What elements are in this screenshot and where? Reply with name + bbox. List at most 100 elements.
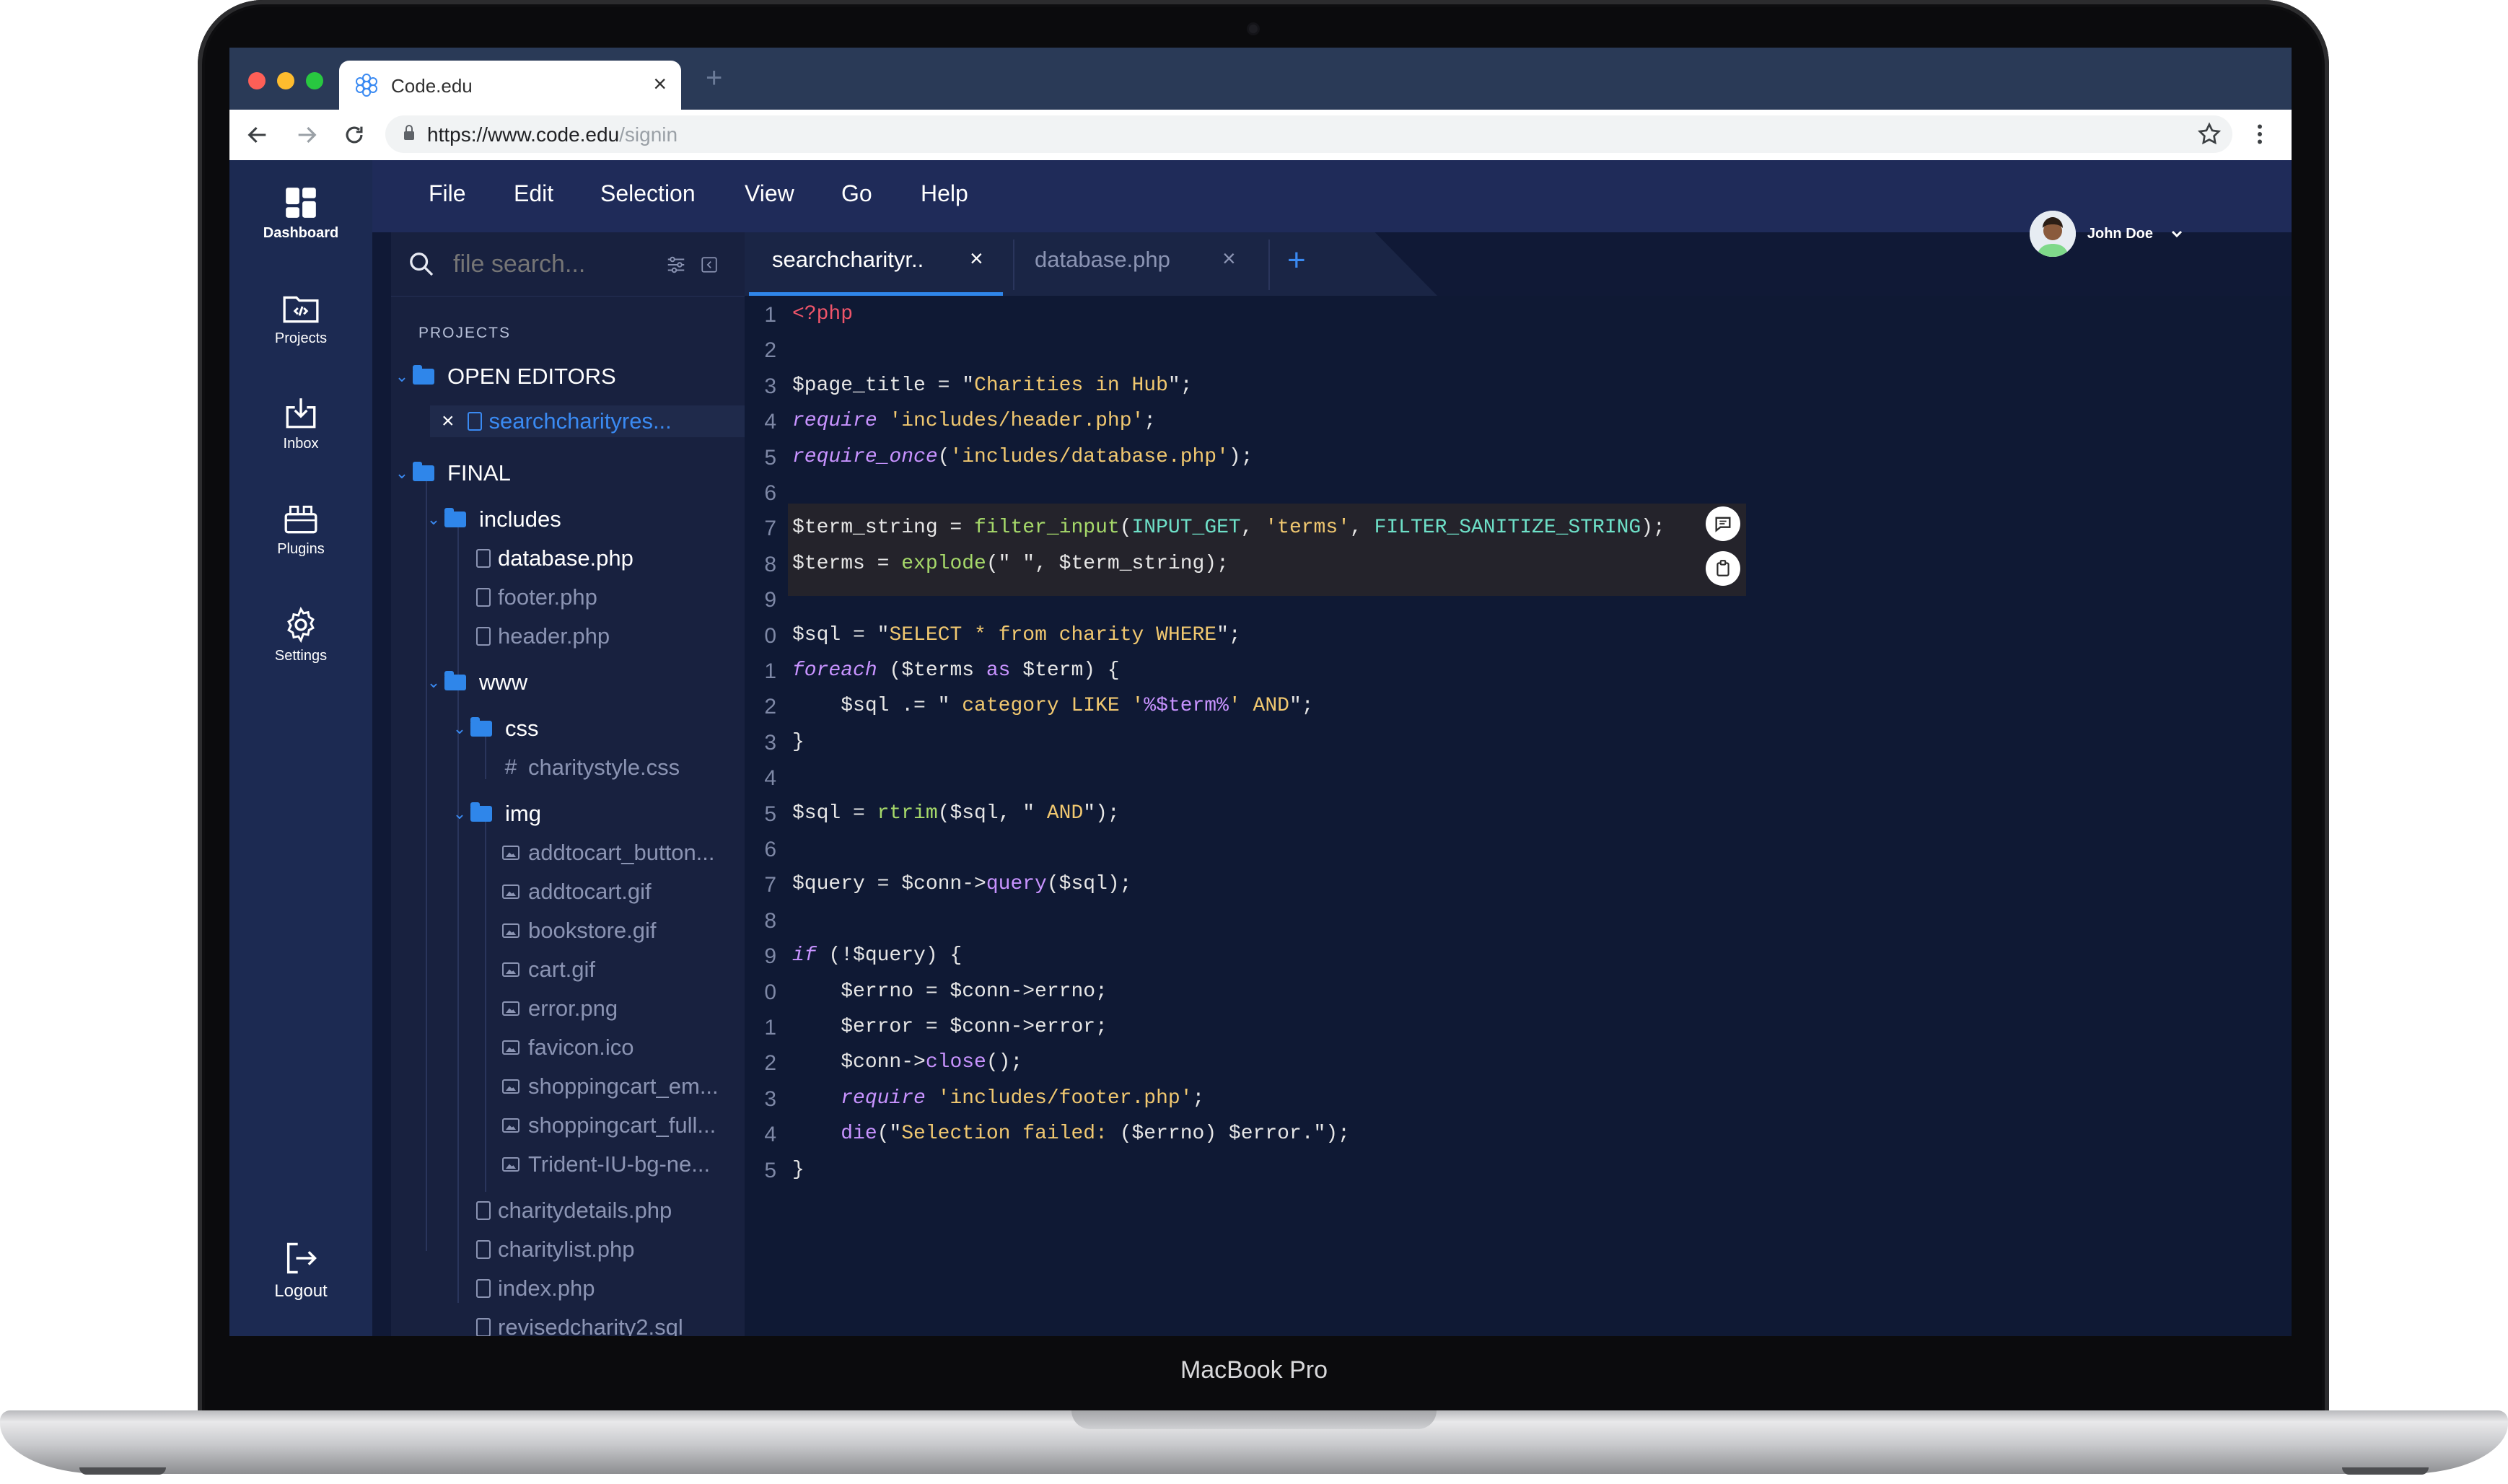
css-file-icon: # [504,755,517,779]
nav-projects[interactable]: Projects [229,290,372,347]
collapse-panel-icon[interactable] [700,255,719,274]
tree-file[interactable]: cart.gif [391,954,595,985]
menu-help[interactable]: Help [921,180,968,207]
code-text: $page_title = "Charities in Hub"; [792,374,1193,397]
tree-file[interactable]: shoppingcart_em... [391,1071,719,1102]
editor-tab[interactable]: database.php × [1019,232,1264,296]
address-bar[interactable]: https://www.code.edu/signin [385,115,2232,153]
menu-go[interactable]: Go [841,180,872,207]
browser-tab[interactable]: Code.edu × [339,61,681,110]
tree-file[interactable]: bookstore.gif [391,915,657,947]
tree-file[interactable]: shoppingcart_full... [391,1110,716,1141]
tree-file[interactable]: favicon.ico [391,1032,633,1063]
tree-file[interactable]: header.php [391,620,610,652]
code-token: as [986,659,1011,682]
code-line: 1 $error = $conn->error; [745,1016,2292,1052]
add-tab-button[interactable]: + [1287,242,1306,278]
chevron-down-icon[interactable]: ⌄ [423,510,444,529]
logout-button[interactable]: Logout [229,1239,372,1301]
chevron-down-icon[interactable]: ⌄ [449,804,470,823]
tree-folder[interactable]: ⌄ OPEN EDITORS [391,361,616,392]
minimize-window-button[interactable] [277,72,294,89]
nav-dashboard[interactable]: Dashboard [229,185,372,242]
line-number: 2 [764,338,776,363]
tree-file[interactable]: error.png [391,993,618,1024]
close-tab-icon[interactable]: × [653,71,667,97]
tree-file[interactable]: Trident-IU-bg-ne... [391,1149,710,1180]
more-icon[interactable] [2253,121,2267,147]
screen: Code.edu × + https://www.code.edu/signin… [229,48,2292,1336]
menu-view[interactable]: View [745,180,794,207]
copy-button[interactable] [1706,551,1740,586]
new-tab-button[interactable]: + [706,62,722,95]
tree-item-label: bookstore.gif [528,918,657,943]
tree-file[interactable]: # charitystyle.css [391,752,680,783]
tree-folder[interactable]: ⌄ includes [391,504,561,535]
forward-icon[interactable] [294,123,319,147]
chevron-down-icon[interactable]: ⌄ [391,367,413,386]
php-file-icon [476,627,491,646]
editor-tab-label: searchcharityr.. [772,247,924,272]
tree-file[interactable]: database.php [391,543,633,574]
nav-settings[interactable]: Settings [229,606,372,664]
code-editor[interactable]: 1 <?php 2 3 $page_title = "Charities in Hub"… [745,296,2292,1336]
tree-item-label: includes [479,506,561,532]
php-file-icon [476,1240,491,1259]
code-text: } [792,1159,804,1181]
code-text: $conn->close(); [792,1051,1022,1074]
php-file-icon [476,1201,491,1220]
reload-icon[interactable] [342,123,367,147]
nav-inbox[interactable]: Inbox [229,395,372,452]
menu-edit[interactable]: Edit [514,180,553,207]
code-line: 5} [745,1159,2292,1195]
browser-tab-title: Code.edu [391,75,473,97]
code-token: (!$query) { [816,944,963,967]
editor-tabs-bar: searchcharityr.. × database.php × + [745,232,2292,296]
star-icon[interactable] [2196,121,2222,147]
tree-file[interactable]: addtocart_button... [391,837,715,869]
image-file-icon [502,1001,519,1016]
tree-file[interactable]: charitydetails.php [391,1195,672,1226]
chevron-down-icon[interactable]: ⌄ [423,673,444,692]
tree-file[interactable]: addtocart.gif [391,876,652,908]
menu-selection[interactable]: Selection [600,180,696,207]
menu-file[interactable]: File [429,180,466,207]
code-token: $term) { [1010,659,1120,682]
tree-item-label: Trident-IU-bg-ne... [528,1151,711,1177]
tree-item-label: addtocart_button... [528,840,715,865]
back-icon[interactable] [245,123,270,147]
comment-button[interactable] [1706,506,1740,541]
tree-item-label: img [505,801,541,826]
line-number: 6 [764,838,776,861]
folder-icon [413,462,434,481]
line-number: 8 [764,908,776,933]
maximize-window-button[interactable] [306,72,323,89]
projects-icon [283,296,319,323]
close-tab-icon[interactable]: × [1222,245,1236,272]
code-token: "; [1167,374,1193,397]
chevron-down-icon[interactable]: ⌄ [449,719,470,738]
nav-plugins[interactable]: Plugins [229,501,372,558]
code-token: } [792,730,804,753]
tree-file[interactable]: revisedcharity2.sql [391,1312,683,1336]
tree-folder[interactable]: ⌄ css [391,713,539,745]
tree-file[interactable]: × searchcharityres... [430,405,756,437]
chevron-down-icon[interactable]: ⌄ [391,464,413,483]
file-search-input[interactable] [452,247,642,281]
tree-file[interactable]: footer.php [391,581,597,613]
filter-icon[interactable] [665,254,687,276]
tree-folder[interactable]: ⌄ FINAL [391,457,511,489]
editor-tab-active[interactable]: searchcharityr.. × [749,232,1003,296]
left-navigation: Dashboard Projects Inbox Plugins Setting… [229,160,372,1336]
close-tab-icon[interactable]: × [970,245,983,272]
code-token: "); [1083,802,1120,825]
code-line: 8 [745,909,2292,945]
close-icon[interactable]: × [442,409,455,434]
nav-label: Plugins [277,541,325,557]
code-token: SELECT * from charity WHERE [889,623,1217,646]
tree-file[interactable]: index.php [391,1273,595,1304]
tree-folder[interactable]: ⌄ www [391,667,527,698]
tree-file[interactable]: charitylist.php [391,1234,635,1265]
close-window-button[interactable] [248,72,266,89]
tree-folder[interactable]: ⌄ img [391,798,541,830]
